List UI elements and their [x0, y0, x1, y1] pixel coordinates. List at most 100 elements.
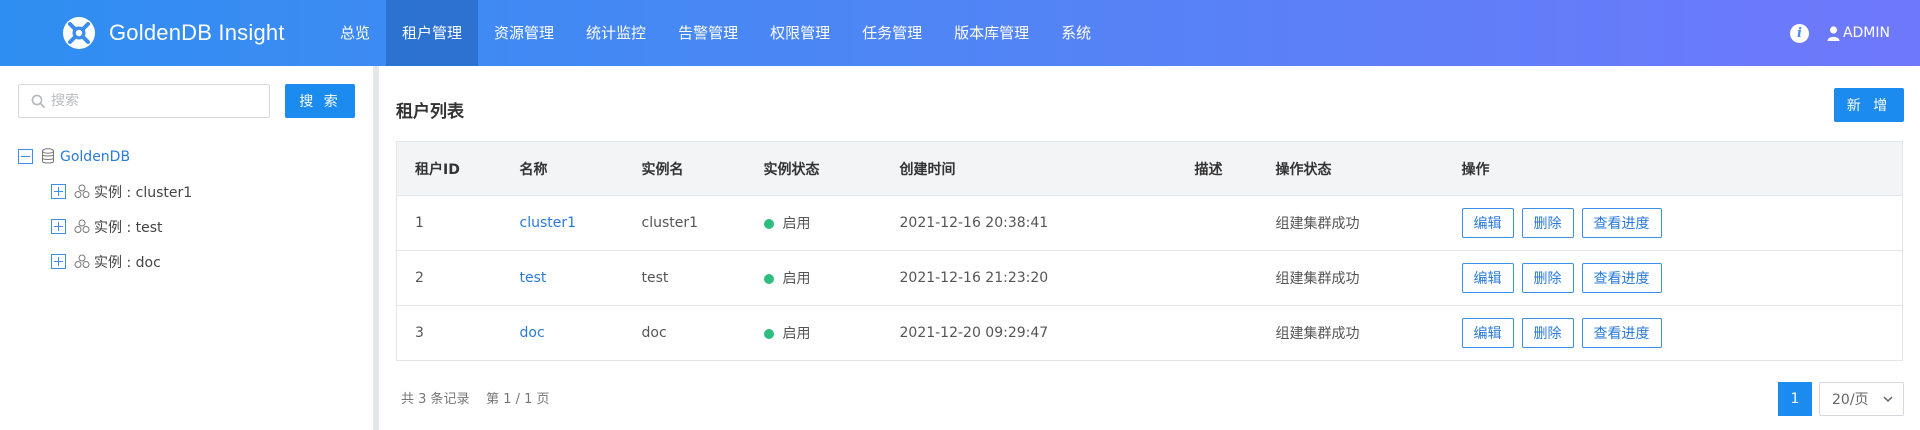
- edit-button[interactable]: 编辑: [1461, 263, 1514, 293]
- view-progress-button[interactable]: 查看进度: [1581, 263, 1662, 293]
- search-button[interactable]: 搜 索: [285, 84, 355, 118]
- view-progress-button[interactable]: 查看进度: [1581, 318, 1662, 348]
- tree-node-instance[interactable]: 实例 : test: [18, 209, 192, 244]
- instance-name: test: [641, 250, 764, 306]
- nav-item[interactable]: 资源管理: [478, 0, 570, 66]
- column-header: 操作: [1461, 141, 1903, 196]
- search-input[interactable]: [51, 93, 251, 109]
- tree-node-label[interactable]: 实例 : cluster1: [94, 182, 192, 202]
- user-name: ADMIN: [1842, 25, 1890, 41]
- expand-icon[interactable]: [51, 254, 66, 269]
- page-size-value: 20/页: [1832, 392, 1869, 408]
- view-progress-button[interactable]: 查看进度: [1581, 208, 1662, 238]
- tenant-id: 1: [396, 195, 520, 251]
- cluster-icon: [74, 219, 90, 233]
- search-icon: [31, 94, 45, 108]
- tree-search-box[interactable]: [18, 84, 270, 118]
- column-header: 名称: [519, 141, 642, 196]
- description: [1194, 195, 1276, 251]
- add-tenant-button[interactable]: 新 增: [1834, 88, 1904, 122]
- tenant-id: 2: [396, 250, 520, 306]
- collapse-icon[interactable]: [18, 149, 33, 164]
- tree-root[interactable]: GoldenDB: [18, 139, 192, 174]
- nav-item[interactable]: 版本库管理: [938, 0, 1045, 66]
- nav-item[interactable]: 权限管理: [754, 0, 846, 66]
- nav-item[interactable]: 总览: [324, 0, 386, 66]
- tenant-id: 3: [396, 305, 520, 361]
- cluster-icon: [74, 184, 90, 198]
- main-panel: 租户列表 新 增 租户ID 名称 实例名 实例状态 创建时间 描述 操作状态 操作 1 clus…: [379, 66, 1920, 430]
- sidebar: 搜 索 GoldenDB 实例 : cluster1 实例 : test 实例 : …: [0, 66, 373, 430]
- tenant-name-link[interactable]: doc: [520, 325, 545, 341]
- column-header: 实例状态: [763, 141, 900, 196]
- column-header: 描述: [1194, 141, 1276, 196]
- edit-button[interactable]: 编辑: [1461, 208, 1514, 238]
- nav-item[interactable]: 告警管理: [662, 0, 754, 66]
- delete-button[interactable]: 删除: [1521, 208, 1574, 238]
- database-icon: [42, 148, 54, 164]
- status-dot: [763, 219, 774, 229]
- page-size-select[interactable]: 20/页: [1819, 382, 1904, 416]
- instance-status: 启用: [763, 195, 900, 251]
- tree-node-instance[interactable]: 实例 : cluster1: [18, 174, 192, 209]
- tenant-table: 租户ID 名称 实例名 实例状态 创建时间 描述 操作状态 操作 1 cluster1 clust…: [396, 141, 1903, 361]
- row-actions: 编辑 删除 查看进度: [1461, 305, 1903, 361]
- column-header: 实例名: [641, 141, 764, 196]
- status-dot: [763, 329, 774, 339]
- status-text: 启用: [782, 271, 811, 287]
- status-dot: [763, 274, 774, 284]
- description: [1194, 250, 1276, 306]
- goldendb-logo-icon: [63, 17, 95, 49]
- operation-status: 组建集群成功: [1275, 250, 1462, 306]
- instance-status: 启用: [763, 305, 900, 361]
- column-header: 租户ID: [396, 141, 520, 196]
- nav-item[interactable]: 租户管理: [386, 0, 479, 66]
- table-header-row: 租户ID 名称 实例名 实例状态 创建时间 描述 操作状态 操作: [396, 141, 1903, 196]
- tree-node-label[interactable]: 实例 : doc: [94, 252, 161, 272]
- tree-root-label[interactable]: GoldenDB: [60, 149, 130, 165]
- instance-name: doc: [641, 305, 764, 361]
- user-menu[interactable]: ADMIN: [1827, 25, 1890, 41]
- column-header: 操作状态: [1275, 141, 1462, 196]
- table-row: 1 cluster1 cluster1 启用 2021-12-16 20:38:41 组建…: [396, 195, 1903, 251]
- created-time: 2021-12-20 09:29:47: [899, 305, 1195, 361]
- nav-item[interactable]: 任务管理: [846, 0, 938, 66]
- created-time: 2021-12-16 20:38:41: [899, 195, 1195, 251]
- delete-button[interactable]: 删除: [1521, 263, 1574, 293]
- nav-item[interactable]: 系统: [1045, 0, 1107, 66]
- nav-item[interactable]: 统计监控: [570, 0, 662, 66]
- record-summary: 共 3 条记录 第 1 / 1 页: [401, 392, 550, 407]
- cluster-icon: [74, 254, 90, 268]
- page-number-button[interactable]: 1: [1778, 382, 1812, 416]
- status-text: 启用: [782, 326, 811, 342]
- column-header: 创建时间: [899, 141, 1195, 196]
- table-row: 2 test test 启用 2021-12-16 21:23:20 组建集群成功 编辑 删除…: [396, 250, 1903, 306]
- delete-button[interactable]: 删除: [1521, 318, 1574, 348]
- user-icon: [1827, 25, 1840, 41]
- row-actions: 编辑 删除 查看进度: [1461, 250, 1903, 306]
- tenant-name-link[interactable]: cluster1: [520, 215, 577, 231]
- row-actions: 编辑 删除 查看进度: [1461, 195, 1903, 251]
- brand[interactable]: GoldenDB Insight: [61, 13, 285, 53]
- tenant-name-link[interactable]: test: [520, 270, 547, 286]
- chevron-down-icon: [1883, 396, 1893, 403]
- instance-name: cluster1: [641, 195, 764, 251]
- operation-status: 组建集群成功: [1275, 195, 1462, 251]
- tree-node-instance[interactable]: 实例 : doc: [18, 244, 192, 279]
- created-time: 2021-12-16 21:23:20: [899, 250, 1195, 306]
- status-text: 启用: [782, 216, 811, 232]
- instance-tree: GoldenDB 实例 : cluster1 实例 : test 实例 : doc: [18, 139, 192, 279]
- page-title: 租户列表: [396, 102, 464, 122]
- operation-status: 组建集群成功: [1275, 305, 1462, 361]
- main-nav: 总览 租户管理 资源管理 统计监控 告警管理 权限管理 任务管理 版本库管理 系统: [324, 0, 1107, 66]
- top-bar: GoldenDB Insight 总览 租户管理 资源管理 统计监控 告警管理 权限管理任…: [0, 0, 1920, 66]
- instance-status: 启用: [763, 250, 900, 306]
- table-row: 3 doc doc 启用 2021-12-20 09:29:47 组建集群成功 编辑 删除 查看…: [396, 305, 1903, 361]
- edit-button[interactable]: 编辑: [1461, 318, 1514, 348]
- description: [1194, 305, 1276, 361]
- expand-icon[interactable]: [51, 184, 66, 199]
- tree-node-label[interactable]: 实例 : test: [94, 217, 163, 237]
- info-icon[interactable]: i: [1789, 23, 1809, 43]
- expand-icon[interactable]: [51, 219, 66, 234]
- app-title: GoldenDB Insight: [109, 20, 285, 45]
